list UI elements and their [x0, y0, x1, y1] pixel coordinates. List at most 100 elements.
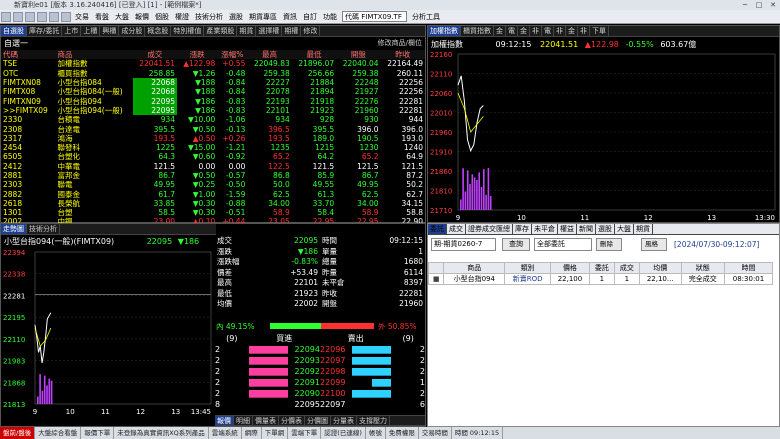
order-column-header[interactable]: 價格 [550, 262, 590, 274]
minimize-icon[interactable]: ─ [738, 0, 752, 10]
symbol-input[interactable]: 代碼 FIMTX09.TF [342, 11, 407, 22]
column-header[interactable]: 開盤 [336, 50, 381, 60]
order-row[interactable]: ■ 小型台指094 新賣ROD 22,100 1 1 22,10... 完全成交 08:30:0… [427, 273, 774, 285]
toolbar-menu-item[interactable]: 自訂 [300, 10, 320, 23]
toolbar-menu-item[interactable]: 期貨專區 [246, 10, 280, 23]
tab-item[interactable]: 自選股 [1, 26, 27, 36]
quote-row[interactable]: 2303 聯電 49.95 ▼0.25 -0.50 50.0 49.55 49.95 50.2 [1, 180, 425, 189]
toolbar-menu-item[interactable]: 選股 [226, 10, 246, 23]
quote-row[interactable]: 2882 國泰金 61.7 ▼1.00 -1.59 62.5 61.3 62.5 62.7 [1, 189, 425, 199]
tab-item[interactable]: 修改 [301, 26, 321, 36]
order-book-row[interactable]: 2 22094 22096 2 [215, 344, 425, 355]
tab-item[interactable]: 庫存/委託 [27, 26, 63, 36]
quote-row[interactable]: 2412 中華電 121.5 0.00 0.00 122.5 121.5 121.5 121.5 [1, 162, 425, 171]
tab-item[interactable]: 上市 [62, 26, 82, 36]
status-item[interactable]: 雲端系統 [209, 427, 242, 439]
edit-columns-link[interactable]: 修改商品/欄位 [378, 38, 422, 48]
status-item[interactable]: 報價下單 [81, 427, 115, 439]
index-intraday-chart[interactable]: 22160 22110 22060 22010 21960 21910 21860 21810… [428, 50, 779, 222]
toolbar-icon[interactable] [61, 11, 71, 22]
tab-item[interactable]: 選股 [596, 224, 615, 234]
tab-item[interactable]: 權益 [558, 224, 577, 234]
tab-item[interactable]: 加權指數 [428, 26, 461, 36]
status-item[interactable]: 盤前/盤後 [0, 427, 36, 439]
tab-item[interactable]: 未平倉 [532, 224, 558, 234]
order-column-header[interactable] [427, 262, 445, 274]
order-column-header[interactable]: 商品 [443, 262, 506, 274]
order-column-header[interactable]: 成交 [613, 262, 640, 274]
tab-item[interactable]: 期貨 [634, 224, 653, 234]
tab-item[interactable]: 特別權值 [171, 26, 205, 36]
column-header[interactable]: 最低 [291, 50, 337, 60]
order-column-header[interactable]: 均價 [638, 262, 682, 274]
tab-item[interactable]: 非 [554, 26, 566, 36]
column-header[interactable]: 成交 [132, 50, 178, 60]
tab-item[interactable]: 非 [578, 26, 590, 36]
account-select[interactable]: 期-期貨0260-7 [431, 238, 496, 251]
order-column-header[interactable]: 時間 [723, 262, 774, 274]
status-item[interactable]: 時間 09:12:15 [452, 427, 504, 439]
tab-item[interactable]: 分價表 [279, 416, 305, 425]
watchlist-group[interactable]: 自選一 [4, 38, 28, 49]
order-filter-select[interactable]: 全部委託 [534, 238, 592, 251]
tab-item[interactable]: 走勢圖 [1, 224, 27, 234]
column-header[interactable]: 商品 [55, 50, 133, 60]
tab-item[interactable]: 價量表 [253, 416, 279, 425]
futures-intraday-chart[interactable]: 22394 22338 22281 22195 22110 21983 21868 21813… [1, 248, 215, 416]
quote-row[interactable]: FIMTX08 小型台指084(一般) 22068 ▼188 -0.84 22078 218… [1, 87, 425, 97]
tab-item[interactable]: 電 [542, 26, 554, 36]
status-item[interactable]: 交易時間 [419, 427, 452, 439]
quote-row[interactable]: 2881 富邦金 86.7 ▼0.50 -0.57 86.8 85.9 86.7 87.2 [1, 171, 425, 180]
tab-item[interactable]: 支撐壓力 [357, 416, 390, 425]
toolbar-menu-item[interactable]: 資訊 [280, 10, 300, 23]
column-header[interactable]: 代碼 [1, 50, 56, 60]
tab-item[interactable]: 非 [530, 26, 542, 36]
quote-row[interactable]: 2317 鴻海 193.5 ▲0.50 +0.26 193.5 189.0 190.5 193.… [1, 134, 425, 143]
toolbar-menu-item[interactable]: 交易 [72, 10, 92, 23]
tab-item[interactable]: 產業類股 [204, 26, 238, 36]
quote-row[interactable]: 1301 台塑 58.5 ▼0.30 -0.51 58.9 58.4 58.9 58.8 [1, 208, 425, 217]
tab-item[interactable]: 金 [518, 26, 530, 36]
style-button[interactable]: 風格 [641, 238, 667, 251]
column-header[interactable]: 最高 [247, 50, 292, 60]
toolbar-menu-item[interactable]: 技術分析 [192, 10, 226, 23]
toolbar-menu-item[interactable]: 報價 [132, 10, 152, 23]
tab-item[interactable]: 上櫃 [81, 26, 101, 36]
order-book-row[interactable]: 2 22092 22098 2 [215, 366, 425, 377]
toolbar-menu-item[interactable]: 個股 [152, 10, 172, 23]
status-item[interactable]: 下單網 [262, 427, 289, 439]
order-book-total[interactable]: 8 22095 22097 6 [215, 399, 425, 410]
toolbar-icon[interactable] [13, 11, 23, 22]
column-header[interactable]: 漲幅% [217, 50, 248, 60]
order-column-header[interactable]: 狀態 [680, 262, 725, 274]
toolbar-icon[interactable] [25, 11, 35, 22]
delete-button[interactable]: 刪除 [596, 238, 622, 251]
tab-item[interactable]: 成分股 [119, 26, 146, 36]
column-header[interactable]: 昨收 [380, 50, 425, 60]
tab-item[interactable]: 分價圖 [305, 416, 331, 425]
tab-item[interactable]: 證券成交匯總 [466, 224, 513, 234]
tab-item[interactable]: 期貨 [237, 26, 257, 36]
status-item[interactable]: 免費權限 [386, 427, 419, 439]
maximize-icon[interactable]: □ [752, 0, 766, 10]
column-header[interactable]: 漲跌 [177, 50, 218, 60]
tab-item[interactable]: 櫃買指數 [461, 26, 494, 36]
analysis-tools-menu[interactable]: 分析工具 [409, 10, 443, 23]
quote-row[interactable]: OTC 櫃買指數 258.85 ▼1.26 -0.48 259.38 256.66 259.3… [1, 69, 425, 78]
tab-item[interactable]: 期權 [282, 26, 302, 36]
order-book-row[interactable]: 2 22091 22099 1 [215, 377, 425, 388]
query-button[interactable]: 查詢 [502, 238, 530, 251]
quote-row[interactable]: 2618 長榮航 33.85 ▼0.30 -0.88 34.00 33.70 34.00 34.… [1, 199, 425, 208]
status-item[interactable]: 大盤綜合看盤 [35, 427, 82, 439]
order-book-row[interactable]: 2 22090 22100 2 [215, 388, 425, 399]
tab-item[interactable]: 概念股 [145, 26, 172, 36]
tab-item[interactable]: 新聞 [577, 224, 596, 234]
tab-item[interactable]: 選擇權 [256, 26, 283, 36]
order-column-header[interactable]: 類別 [504, 262, 552, 274]
status-item[interactable]: 認證(已連線) [321, 427, 366, 439]
quote-row[interactable]: >>FIMTX09 小型台指094(一般) 22095 ▼186 -0.83 22101 2… [1, 105, 425, 116]
quote-row[interactable]: FIMTXN09 小型台指094 22095 ▼186 -0.83 22193 21918 2… [1, 96, 425, 106]
quote-row[interactable]: 2330 台積電 934 ▼10.00 -1.06 934 928 930 944 [1, 115, 425, 124]
quote-row[interactable]: FIMTXN08 小型台指084 22068 ▼188 -0.84 22227 21884 2… [1, 77, 425, 88]
tab-item[interactable]: 下單 [590, 26, 609, 36]
